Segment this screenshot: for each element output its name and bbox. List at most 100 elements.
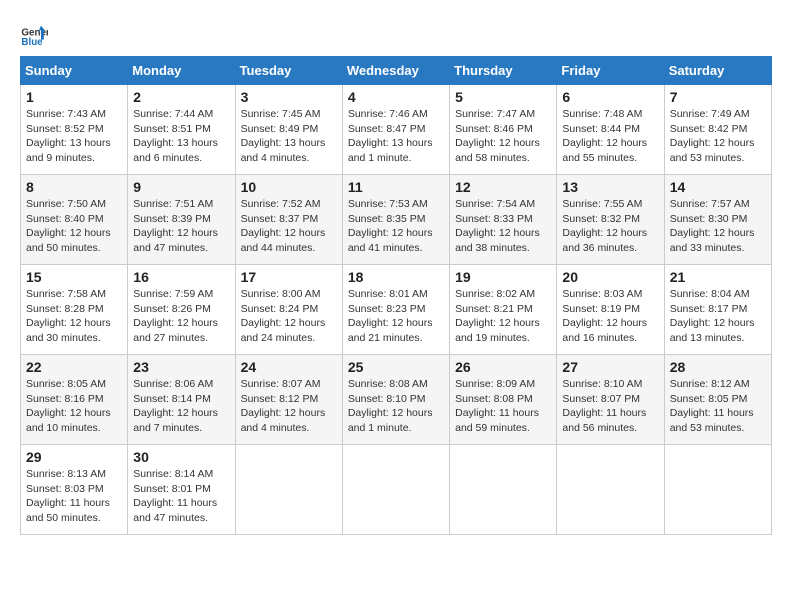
day-info: Sunrise: 7:55 AMSunset: 8:32 PMDaylight:…: [562, 198, 647, 254]
svg-text:Blue: Blue: [21, 37, 43, 48]
calendar-table: SundayMondayTuesdayWednesdayThursdayFrid…: [20, 56, 772, 535]
calendar-cell: 20 Sunrise: 8:03 AMSunset: 8:19 PMDaylig…: [557, 265, 664, 355]
calendar-cell: 6 Sunrise: 7:48 AMSunset: 8:44 PMDayligh…: [557, 85, 664, 175]
day-number: 6: [562, 89, 658, 105]
day-info: Sunrise: 7:54 AMSunset: 8:33 PMDaylight:…: [455, 198, 540, 254]
calendar-cell: 10 Sunrise: 7:52 AMSunset: 8:37 PMDaylig…: [235, 175, 342, 265]
day-info: Sunrise: 8:10 AMSunset: 8:07 PMDaylight:…: [562, 378, 646, 434]
day-number: 11: [348, 179, 444, 195]
calendar-cell: 16 Sunrise: 7:59 AMSunset: 8:26 PMDaylig…: [128, 265, 235, 355]
calendar-cell: 18 Sunrise: 8:01 AMSunset: 8:23 PMDaylig…: [342, 265, 449, 355]
day-info: Sunrise: 7:59 AMSunset: 8:26 PMDaylight:…: [133, 288, 218, 344]
day-number: 27: [562, 359, 658, 375]
day-info: Sunrise: 8:02 AMSunset: 8:21 PMDaylight:…: [455, 288, 540, 344]
day-number: 28: [670, 359, 766, 375]
calendar-cell: 23 Sunrise: 8:06 AMSunset: 8:14 PMDaylig…: [128, 355, 235, 445]
day-number: 19: [455, 269, 551, 285]
day-info: Sunrise: 7:49 AMSunset: 8:42 PMDaylight:…: [670, 108, 755, 164]
day-number: 4: [348, 89, 444, 105]
day-number: 15: [26, 269, 122, 285]
day-info: Sunrise: 8:08 AMSunset: 8:10 PMDaylight:…: [348, 378, 433, 434]
calendar-cell: 29 Sunrise: 8:13 AMSunset: 8:03 PMDaylig…: [21, 445, 128, 535]
calendar-cell: [557, 445, 664, 535]
day-number: 25: [348, 359, 444, 375]
calendar-cell: 2 Sunrise: 7:44 AMSunset: 8:51 PMDayligh…: [128, 85, 235, 175]
day-info: Sunrise: 7:58 AMSunset: 8:28 PMDaylight:…: [26, 288, 111, 344]
day-number: 5: [455, 89, 551, 105]
day-number: 26: [455, 359, 551, 375]
day-number: 21: [670, 269, 766, 285]
day-number: 23: [133, 359, 229, 375]
calendar-cell: 26 Sunrise: 8:09 AMSunset: 8:08 PMDaylig…: [450, 355, 557, 445]
calendar-header-saturday: Saturday: [664, 57, 771, 85]
calendar-cell: 4 Sunrise: 7:46 AMSunset: 8:47 PMDayligh…: [342, 85, 449, 175]
calendar-cell: 14 Sunrise: 7:57 AMSunset: 8:30 PMDaylig…: [664, 175, 771, 265]
day-number: 29: [26, 449, 122, 465]
calendar-cell: 30 Sunrise: 8:14 AMSunset: 8:01 PMDaylig…: [128, 445, 235, 535]
logo-icon: General Blue: [20, 20, 48, 48]
day-number: 22: [26, 359, 122, 375]
calendar-cell: [235, 445, 342, 535]
calendar-cell: [664, 445, 771, 535]
day-info: Sunrise: 7:51 AMSunset: 8:39 PMDaylight:…: [133, 198, 218, 254]
day-number: 8: [26, 179, 122, 195]
calendar-cell: 27 Sunrise: 8:10 AMSunset: 8:07 PMDaylig…: [557, 355, 664, 445]
day-info: Sunrise: 8:06 AMSunset: 8:14 PMDaylight:…: [133, 378, 218, 434]
day-info: Sunrise: 7:57 AMSunset: 8:30 PMDaylight:…: [670, 198, 755, 254]
day-info: Sunrise: 8:04 AMSunset: 8:17 PMDaylight:…: [670, 288, 755, 344]
day-number: 7: [670, 89, 766, 105]
calendar-header-sunday: Sunday: [21, 57, 128, 85]
day-info: Sunrise: 7:43 AMSunset: 8:52 PMDaylight:…: [26, 108, 111, 164]
page-header: General Blue: [20, 20, 772, 48]
day-number: 24: [241, 359, 337, 375]
calendar-cell: 1 Sunrise: 7:43 AMSunset: 8:52 PMDayligh…: [21, 85, 128, 175]
day-info: Sunrise: 8:13 AMSunset: 8:03 PMDaylight:…: [26, 468, 110, 524]
logo: General Blue: [20, 20, 52, 48]
calendar-week-2: 15 Sunrise: 7:58 AMSunset: 8:28 PMDaylig…: [21, 265, 772, 355]
calendar-week-3: 22 Sunrise: 8:05 AMSunset: 8:16 PMDaylig…: [21, 355, 772, 445]
calendar-cell: 21 Sunrise: 8:04 AMSunset: 8:17 PMDaylig…: [664, 265, 771, 355]
day-number: 13: [562, 179, 658, 195]
calendar-cell: 13 Sunrise: 7:55 AMSunset: 8:32 PMDaylig…: [557, 175, 664, 265]
day-number: 9: [133, 179, 229, 195]
calendar-cell: 24 Sunrise: 8:07 AMSunset: 8:12 PMDaylig…: [235, 355, 342, 445]
day-info: Sunrise: 7:45 AMSunset: 8:49 PMDaylight:…: [241, 108, 326, 164]
calendar-body: 1 Sunrise: 7:43 AMSunset: 8:52 PMDayligh…: [21, 85, 772, 535]
calendar-cell: 11 Sunrise: 7:53 AMSunset: 8:35 PMDaylig…: [342, 175, 449, 265]
day-info: Sunrise: 7:48 AMSunset: 8:44 PMDaylight:…: [562, 108, 647, 164]
day-info: Sunrise: 8:07 AMSunset: 8:12 PMDaylight:…: [241, 378, 326, 434]
day-info: Sunrise: 7:50 AMSunset: 8:40 PMDaylight:…: [26, 198, 111, 254]
day-number: 2: [133, 89, 229, 105]
calendar-week-0: 1 Sunrise: 7:43 AMSunset: 8:52 PMDayligh…: [21, 85, 772, 175]
calendar-cell: 28 Sunrise: 8:12 AMSunset: 8:05 PMDaylig…: [664, 355, 771, 445]
calendar-cell: 17 Sunrise: 8:00 AMSunset: 8:24 PMDaylig…: [235, 265, 342, 355]
calendar-cell: 25 Sunrise: 8:08 AMSunset: 8:10 PMDaylig…: [342, 355, 449, 445]
day-number: 3: [241, 89, 337, 105]
day-number: 14: [670, 179, 766, 195]
calendar-cell: 22 Sunrise: 8:05 AMSunset: 8:16 PMDaylig…: [21, 355, 128, 445]
calendar-week-4: 29 Sunrise: 8:13 AMSunset: 8:03 PMDaylig…: [21, 445, 772, 535]
day-info: Sunrise: 8:05 AMSunset: 8:16 PMDaylight:…: [26, 378, 111, 434]
calendar-week-1: 8 Sunrise: 7:50 AMSunset: 8:40 PMDayligh…: [21, 175, 772, 265]
day-info: Sunrise: 8:01 AMSunset: 8:23 PMDaylight:…: [348, 288, 433, 344]
day-info: Sunrise: 7:47 AMSunset: 8:46 PMDaylight:…: [455, 108, 540, 164]
day-info: Sunrise: 8:00 AMSunset: 8:24 PMDaylight:…: [241, 288, 326, 344]
calendar-cell: 19 Sunrise: 8:02 AMSunset: 8:21 PMDaylig…: [450, 265, 557, 355]
calendar-cell: [450, 445, 557, 535]
calendar-header-tuesday: Tuesday: [235, 57, 342, 85]
day-info: Sunrise: 7:53 AMSunset: 8:35 PMDaylight:…: [348, 198, 433, 254]
day-info: Sunrise: 7:44 AMSunset: 8:51 PMDaylight:…: [133, 108, 218, 164]
calendar-cell: 15 Sunrise: 7:58 AMSunset: 8:28 PMDaylig…: [21, 265, 128, 355]
calendar-cell: 8 Sunrise: 7:50 AMSunset: 8:40 PMDayligh…: [21, 175, 128, 265]
day-info: Sunrise: 8:03 AMSunset: 8:19 PMDaylight:…: [562, 288, 647, 344]
day-info: Sunrise: 8:14 AMSunset: 8:01 PMDaylight:…: [133, 468, 217, 524]
calendar-cell: [342, 445, 449, 535]
calendar-cell: 7 Sunrise: 7:49 AMSunset: 8:42 PMDayligh…: [664, 85, 771, 175]
calendar-header-friday: Friday: [557, 57, 664, 85]
calendar-header-row: SundayMondayTuesdayWednesdayThursdayFrid…: [21, 57, 772, 85]
calendar-header-thursday: Thursday: [450, 57, 557, 85]
day-number: 17: [241, 269, 337, 285]
calendar-cell: 3 Sunrise: 7:45 AMSunset: 8:49 PMDayligh…: [235, 85, 342, 175]
day-number: 30: [133, 449, 229, 465]
day-number: 1: [26, 89, 122, 105]
